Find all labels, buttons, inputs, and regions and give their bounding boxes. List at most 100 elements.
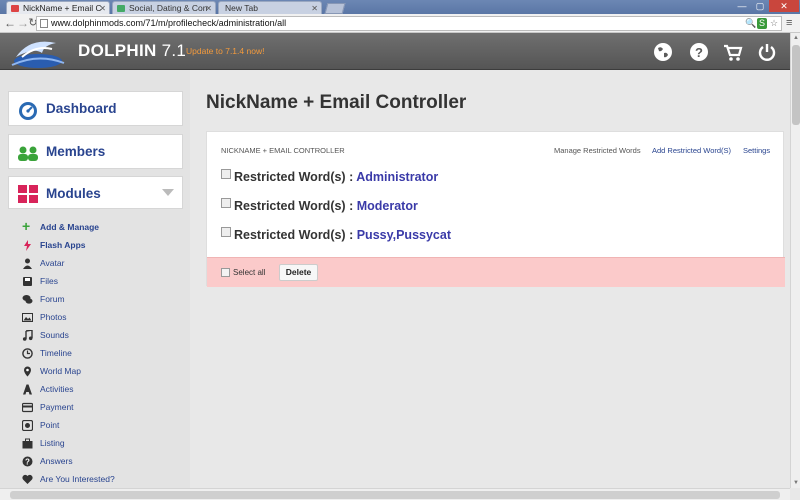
brand-name: DOLPHIN (78, 41, 157, 60)
module-item-label: Forum (40, 294, 65, 304)
browser-toolbar: ← → ↻ www.dolphinmods.com/71/m/profilech… (0, 14, 800, 33)
scroll-up-icon[interactable]: ▲ (791, 33, 800, 43)
module-item-timeline[interactable]: Timeline (22, 345, 182, 361)
site-favicon-icon (11, 5, 19, 12)
sidebar-item-label: Modules (46, 186, 101, 201)
row-value: Administrator (356, 170, 439, 184)
settings-link[interactable]: Settings (743, 146, 770, 155)
module-item-label: Flash Apps (40, 240, 86, 250)
manage-restricted-words-link[interactable]: Manage Restricted Words (554, 146, 641, 155)
listing-icon (22, 438, 33, 449)
module-item-label: Timeline (40, 348, 72, 358)
point-icon (22, 420, 33, 431)
tab-close-icon[interactable]: ✕ (205, 2, 212, 14)
select-all-label: Select all (233, 268, 266, 277)
app-header: DOLPHIN 7.1 Update to 7.1.4 now! ? (0, 33, 790, 70)
address-bar[interactable]: www.dolphinmods.com/71/m/profilecheck/ad… (36, 16, 782, 31)
new-tab-button[interactable] (324, 3, 346, 14)
dolphin-logo-icon[interactable] (8, 35, 68, 69)
row-label: Restricted Word(s) : (234, 228, 354, 242)
select-all-checkbox[interactable] (221, 268, 230, 277)
window-minimize-icon[interactable]: — (733, 0, 751, 12)
delete-button[interactable]: Delete (279, 264, 318, 281)
sounds-icon (22, 330, 33, 341)
chevron-down-icon[interactable] (162, 189, 174, 196)
browser-tab-bar: NickName + Email C ✕ Social, Dating & Co… (0, 0, 800, 14)
module-item-label: Listing (40, 438, 65, 448)
tab-label: Social, Dating & Con (129, 3, 208, 13)
browser-tab-active[interactable]: NickName + Email C ✕ (6, 1, 110, 14)
module-item-files[interactable]: Files (22, 273, 182, 289)
module-item-world-map[interactable]: World Map (22, 363, 182, 379)
tab-close-icon[interactable]: ✕ (99, 2, 106, 14)
zoom-icon[interactable]: 🔍 (745, 18, 756, 29)
back-arrow-icon[interactable]: ← (3, 15, 17, 31)
row-checkbox[interactable] (221, 198, 231, 208)
add-restricted-words-link[interactable]: Add Restricted Word(S) (652, 146, 731, 155)
module-item-label: Activities (40, 384, 74, 394)
module-item-payment[interactable]: Payment (22, 399, 182, 415)
module-item-answers[interactable]: ? Answers (22, 453, 182, 469)
row-checkbox[interactable] (221, 227, 231, 237)
files-icon (23, 277, 32, 286)
module-item-are-you-interested[interactable]: Are You Interested? (22, 471, 182, 487)
svg-text:?: ? (25, 458, 30, 467)
power-icon[interactable] (756, 41, 778, 63)
horizontal-scrollbar[interactable] (0, 488, 790, 500)
tab-close-icon[interactable]: ✕ (311, 2, 318, 14)
window-maximize-icon[interactable]: ▢ (751, 0, 769, 12)
module-item-label: Photos (40, 312, 67, 322)
extension-icon[interactable]: S (757, 18, 767, 29)
members-icon (18, 146, 38, 161)
module-item-flash-apps[interactable]: Flash Apps (22, 237, 182, 253)
module-item-forum[interactable]: Forum (22, 291, 182, 307)
sidebar-item-label: Members (46, 144, 106, 159)
sidebar-item-dashboard[interactable]: Dashboard (8, 91, 183, 126)
scroll-down-icon[interactable]: ▼ (791, 478, 800, 488)
controller-panel: NICKNAME + EMAIL CONTROLLER Manage Restr… (206, 131, 785, 287)
browser-tab[interactable]: Social, Dating & Con ✕ (112, 1, 216, 14)
modules-grid-icon (18, 185, 38, 203)
module-item-avatar[interactable]: Avatar (22, 255, 182, 271)
world-map-icon (24, 366, 31, 377)
help-icon[interactable]: ? (688, 41, 710, 63)
svg-text:?: ? (695, 45, 703, 60)
sidebar-item-members[interactable]: Members (8, 134, 183, 169)
module-item-point[interactable]: Point (22, 417, 182, 433)
bookmark-star-icon[interactable]: ☆ (769, 18, 779, 29)
browser-menu-icon[interactable]: ≡ (786, 17, 796, 29)
browser-tab[interactable]: New Tab ✕ (218, 1, 322, 14)
module-item-label: Add & Manage (40, 222, 100, 232)
module-item-activities[interactable]: Activities (22, 381, 182, 397)
cart-icon[interactable] (722, 41, 744, 63)
answers-icon: ? (22, 456, 33, 467)
module-item-photos[interactable]: Photos (22, 309, 182, 325)
module-item-sounds[interactable]: Sounds (22, 327, 182, 343)
scroll-thumb[interactable] (10, 491, 780, 499)
module-item-listing[interactable]: Listing (22, 435, 182, 451)
plus-icon: + (22, 218, 31, 234)
row-label: Restricted Word(s) : (234, 199, 354, 213)
forum-icon (22, 295, 33, 304)
page-icon (40, 19, 48, 28)
brand-title: DOLPHIN 7.1 (78, 41, 186, 61)
module-item-label: Answers (40, 456, 73, 466)
row-checkbox[interactable] (221, 169, 231, 179)
row-value: Pussy,Pussycat (356, 228, 451, 242)
restricted-word-row: Restricted Word(s) : Administrator (221, 168, 671, 186)
module-item-label: World Map (40, 366, 81, 376)
row-label: Restricted Word(s) : (234, 170, 354, 184)
window-close-icon[interactable]: ✕ (769, 0, 799, 12)
avatar-icon (23, 258, 32, 269)
module-item-add-manage[interactable]: + Add & Manage (22, 219, 182, 235)
update-notice-link[interactable]: Update to 7.1.4 now! (186, 46, 264, 56)
page-title: NickName + Email Controller (206, 92, 467, 113)
vertical-scrollbar[interactable]: ▲ ▼ (790, 33, 800, 488)
sidebar-item-modules[interactable]: Modules (8, 176, 183, 209)
module-item-label: Point (40, 420, 60, 430)
module-item-label: Sounds (40, 330, 69, 340)
site-favicon-icon (117, 5, 125, 12)
row-value: Moderator (356, 199, 418, 213)
scroll-thumb[interactable] (792, 45, 800, 125)
globe-icon[interactable] (652, 41, 674, 63)
